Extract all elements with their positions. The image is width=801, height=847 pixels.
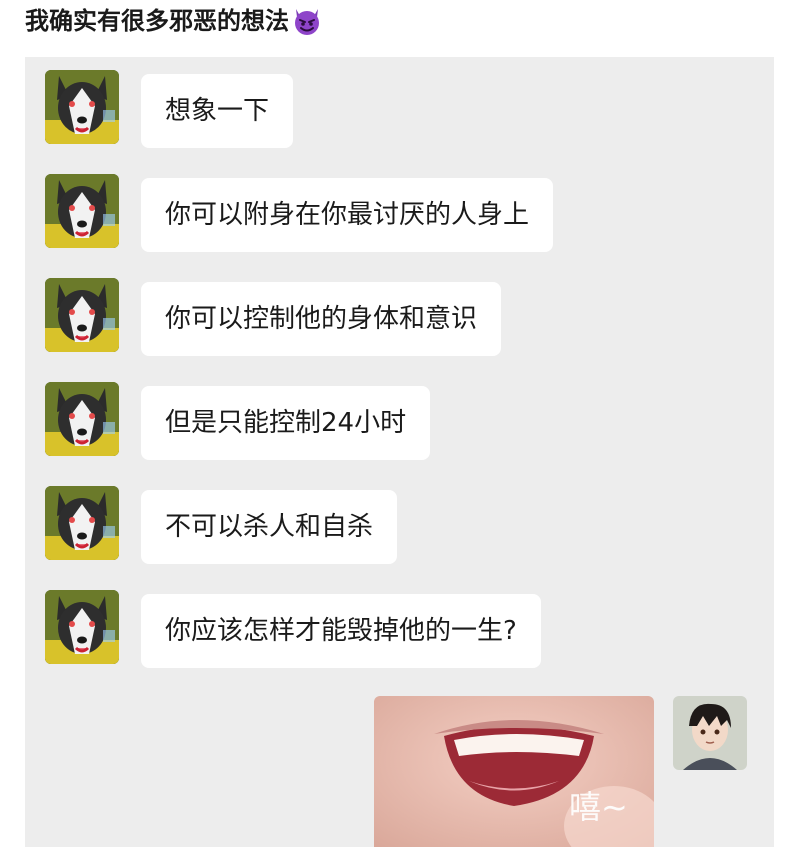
husky-avatar[interactable] <box>45 590 119 664</box>
message-bubble[interactable]: 不可以杀人和自杀 <box>141 490 398 564</box>
husky-icon <box>45 174 119 248</box>
husky-avatar[interactable] <box>45 486 119 560</box>
husky-icon <box>45 70 119 144</box>
sticker-caption: 嘻~ <box>569 788 628 826</box>
message-bubble[interactable]: 你可以控制他的身体和意识 <box>141 282 502 356</box>
husky-icon <box>45 486 119 560</box>
message-bubble[interactable]: 但是只能控制24小时 <box>141 386 431 460</box>
husky-avatar[interactable] <box>45 70 119 144</box>
husky-icon <box>45 278 119 352</box>
husky-icon <box>45 590 119 664</box>
post-title: 我确实有很多邪恶的想法 <box>25 4 323 38</box>
devil-emoji-icon <box>295 9 319 35</box>
self-avatar[interactable] <box>673 696 747 770</box>
husky-avatar[interactable] <box>45 382 119 456</box>
husky-icon <box>45 382 119 456</box>
chat-screenshot: 想象一下 你可以附身在你最讨厌的人身上 你可以控制他的身体和意识 但是只能控制2… <box>25 57 774 847</box>
message-bubble[interactable]: 你可以附身在你最讨厌的人身上 <box>141 178 554 252</box>
husky-avatar[interactable] <box>45 278 119 352</box>
post-title-text: 我确实有很多邪恶的想法 <box>25 7 289 35</box>
message-bubble[interactable]: 想象一下 <box>141 74 294 148</box>
husky-avatar[interactable] <box>45 174 119 248</box>
message-bubble[interactable]: 你应该怎样才能毁掉他的一生? <box>141 594 541 668</box>
anime-boy-icon <box>673 696 747 770</box>
sticker-reply[interactable]: 嘻~ <box>374 696 654 847</box>
